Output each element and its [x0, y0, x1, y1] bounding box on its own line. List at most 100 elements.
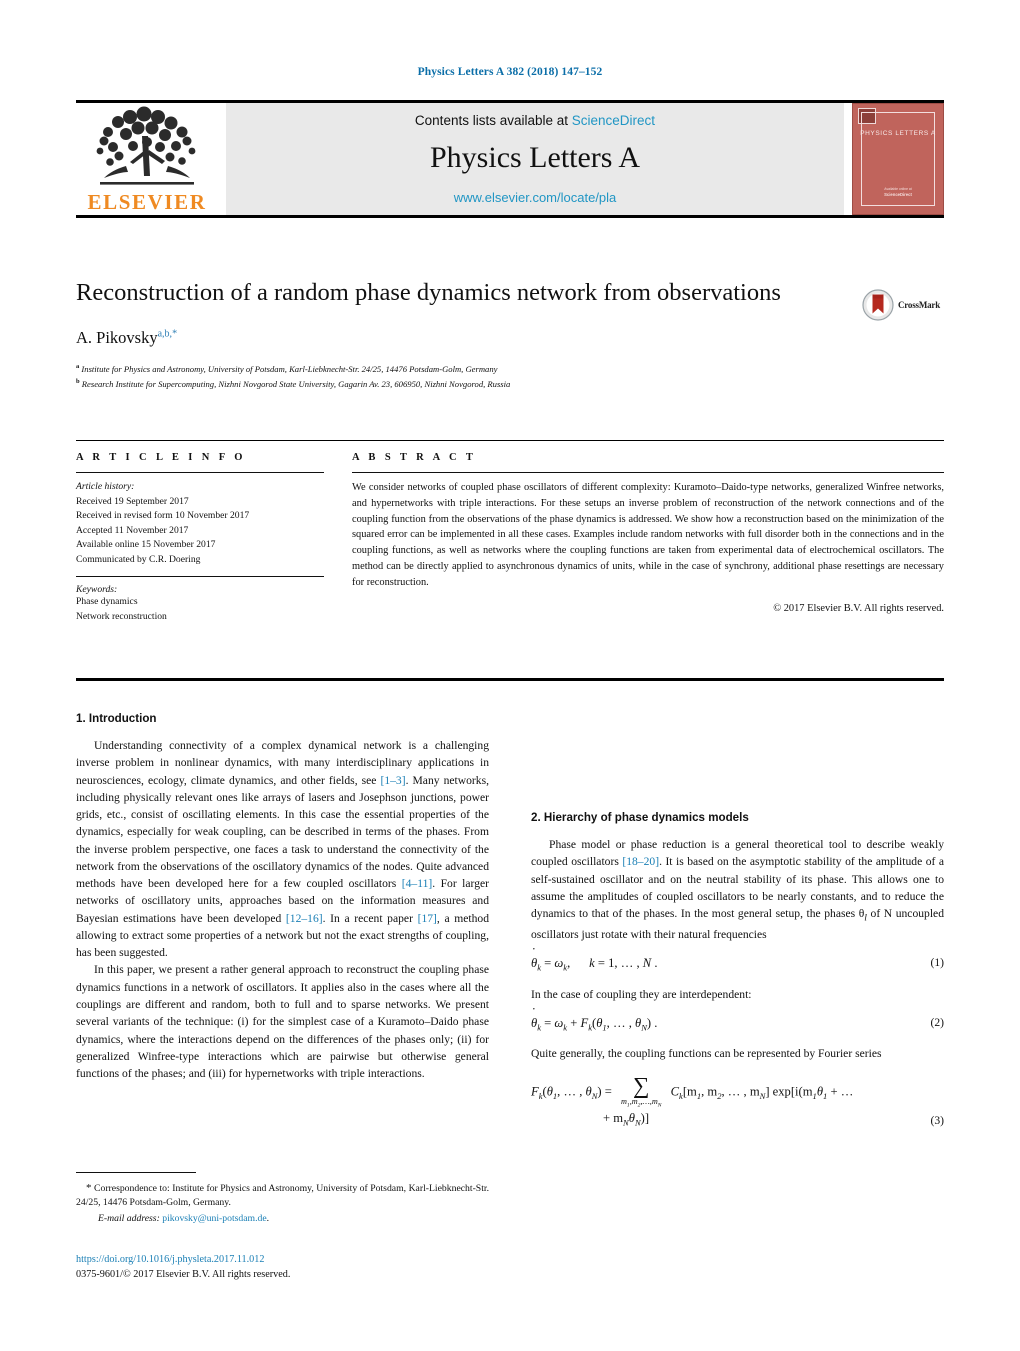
paragraph-intro-1: Understanding connectivity of a complex …	[76, 737, 489, 961]
cover-foot-small: Available online at	[884, 186, 912, 191]
doi-link[interactable]: https://doi.org/10.1016/j.physleta.2017.…	[76, 1252, 506, 1267]
keywords-rule	[76, 576, 324, 578]
author-name: A. Pikovsky	[76, 327, 158, 347]
history-revised: Received in revised form 10 November 201…	[76, 510, 250, 522]
footnote-rule	[76, 1172, 196, 1173]
affiliation-a-mark: a	[76, 362, 80, 370]
affiliation-b-text: Research Institute for Supercomputing, N…	[81, 378, 511, 389]
keywords-block: Keywords: Phase dynamics Network reconst…	[76, 584, 324, 624]
section-heading-hierarchy: 2. Hierarchy of phase dynamics models	[531, 811, 749, 824]
body-columns: 1. Introduction Understanding connectivi…	[76, 712, 944, 1140]
correspondence-text: Correspondence to: Institute for Physics…	[76, 1183, 489, 1209]
equation-1-row: θk = ωk, k = 1, … , N . (1)	[531, 956, 944, 973]
article-info-rule	[76, 472, 324, 473]
keyword-item: Phase dynamics	[76, 596, 138, 608]
section-heading-introduction: 1. Introduction	[76, 712, 157, 725]
crossmark-icon	[862, 289, 894, 321]
column-gap	[324, 452, 352, 625]
intro-text-d: . In a recent paper	[322, 911, 418, 925]
equation-1-number: (1)	[930, 956, 944, 970]
history-communicated-by: Communicated by C.R. Doering	[76, 553, 201, 565]
history-accepted: Accepted 11 November 2017	[76, 524, 189, 536]
equation-3-number: (3)	[930, 1114, 944, 1128]
keyword-item: Network reconstruction	[76, 611, 167, 623]
paragraph-intro-2: In this paper, we present a rather gener…	[76, 963, 489, 1081]
affiliation-b-mark: b	[76, 377, 80, 385]
citation-ref-18-20[interactable]: [18–20]	[622, 855, 659, 868]
body-left-column: 1. Introduction Understanding connectivi…	[76, 712, 489, 1140]
cover-footer-text: Available online at ScienceDirect	[853, 187, 943, 198]
masthead-bottom-rule	[76, 215, 944, 218]
issn-copyright-line: 0375-9601/© 2017 Elsevier B.V. All right…	[76, 1269, 291, 1281]
journal-title: Physics Letters A	[430, 141, 640, 174]
intro-text-b: . Many networks, including physically re…	[76, 773, 489, 891]
body-column-gap	[489, 712, 531, 1140]
infoabs-bottom-rule	[76, 678, 944, 681]
history-available-online: Available online 15 November 2017	[76, 539, 216, 551]
abstract-text: We consider networks of coupled phase os…	[352, 482, 944, 588]
equation-3-second-line: + mNθN)] (3)	[603, 1110, 944, 1128]
paragraph-between-eq1-eq2: In the case of coupling they are interde…	[531, 987, 752, 1001]
author-affil-marks: a,b,	[157, 328, 173, 340]
infoabs-top-rule	[76, 440, 944, 441]
contents-banner: Contents lists available at ScienceDirec…	[226, 103, 844, 215]
citation-ref-12-16[interactable]: [12–16]	[286, 912, 323, 925]
correspondence-note: * Correspondence to: Institute for Physi…	[76, 1180, 489, 1211]
affiliation-b: b Research Institute for Supercomputing,…	[76, 377, 836, 392]
sciencedirect-link[interactable]: ScienceDirect	[572, 113, 655, 128]
article-info-heading: A R T I C L E I N F O	[76, 452, 246, 463]
email-note: E-mail address: pikovsky@uni-potsdam.de.	[76, 1213, 489, 1224]
article-info-column: A R T I C L E I N F O Article history: R…	[76, 452, 324, 625]
cover-title-text: PHYSICS LETTERS A	[860, 130, 936, 137]
abstract-heading: A B S T R A C T	[352, 452, 477, 463]
equation-3-row: Fk(θ1, … , θN) = ∑ m1,m2,…,mN Ck[m1, m2,…	[531, 1072, 944, 1128]
abstract-copyright: © 2017 Elsevier B.V. All rights reserved…	[773, 602, 944, 614]
footnote-block: * Correspondence to: Institute for Physi…	[76, 1172, 489, 1224]
title-block: Reconstruction of a random phase dynamic…	[76, 278, 836, 391]
elsevier-wordmark: ELSEVIER	[87, 190, 207, 214]
crossmark-badge[interactable]: CrossMark	[862, 288, 958, 322]
info-abstract-row: A R T I C L E I N F O Article history: R…	[76, 452, 944, 625]
citation-ref-17[interactable]: [17]	[418, 912, 437, 925]
elsevier-tree-icon	[96, 106, 196, 185]
email-suffix: .	[266, 1212, 270, 1224]
abstract-column: A B S T R A C T We consider networks of …	[352, 452, 944, 625]
equation-2-number: (2)	[930, 1015, 944, 1029]
running-head: Physics Letters A 382 (2018) 147–152	[417, 66, 603, 78]
author-corresponding-mark[interactable]: *	[172, 328, 177, 339]
article-history-block: Article history: Received 19 September 2…	[76, 480, 324, 567]
body-right-column: x 2. Hierarchy of phase dynamics models …	[531, 712, 944, 1140]
equation-3: Fk(θ1, … , θN) = ∑ m1,m2,…,mN Ck[m1, m2,…	[531, 1072, 854, 1109]
article-history-label: Article history:	[76, 481, 135, 492]
email-label: E-mail address:	[98, 1212, 160, 1224]
affiliation-a-text: Institute for Physics and Astronomy, Uni…	[81, 363, 498, 374]
crossmark-label: CrossMark	[898, 300, 941, 310]
affiliation-a: a Institute for Physics and Astronomy, U…	[76, 362, 836, 377]
right-column-continuation	[531, 712, 944, 811]
email-link[interactable]: pikovsky@uni-potsdam.de	[162, 1213, 266, 1224]
affiliations: a Institute for Physics and Astronomy, U…	[76, 362, 836, 392]
paper-page: Physics Letters A 382 (2018) 147–152 ELS…	[0, 0, 1020, 1351]
journal-masthead: ELSEVIER Contents lists available at Sci…	[76, 100, 944, 218]
keywords-label: Keywords:	[76, 584, 118, 596]
paragraph-after-eq2: Quite generally, the coupling functions …	[531, 1047, 882, 1061]
citation-ref-4-11[interactable]: [4–11]	[402, 877, 432, 890]
journal-homepage-link[interactable]: www.elsevier.com/locate/pla	[454, 190, 617, 205]
abstract-rule	[352, 472, 944, 473]
correspondence-star: *	[86, 1182, 92, 1194]
equation-2: θk = ωk + Fk(θ1, … , θN) .	[531, 1016, 657, 1033]
page-title: Reconstruction of a random phase dynamic…	[76, 279, 781, 306]
publisher-footer: https://doi.org/10.1016/j.physleta.2017.…	[76, 1252, 506, 1282]
history-received: Received 19 September 2017	[76, 495, 189, 507]
citation-ref-1-3[interactable]: [1–3]	[380, 774, 405, 787]
elsevier-logo: ELSEVIER	[76, 103, 218, 215]
paragraph-sec2-1: Phase model or phase reduction is a gene…	[531, 836, 944, 943]
summation-symbol: ∑ m1,m2,…,mN	[621, 1072, 662, 1109]
contents-prefix-text: Contents lists available at	[414, 113, 569, 128]
contents-available-line: Contents lists available at ScienceDirec…	[415, 113, 655, 128]
cover-foot-bold: ScienceDirect	[884, 191, 912, 197]
equation-2-row: θk = ωk + Fk(θ1, … , θN) . (2)	[531, 1016, 944, 1033]
equation-1: θk = ωk, k = 1, … , N .	[531, 956, 657, 973]
journal-cover-thumbnail[interactable]: PHYSICS LETTERS A Available online at Sc…	[852, 103, 944, 215]
author-line: A. Pikovskya,b,*	[76, 328, 836, 348]
